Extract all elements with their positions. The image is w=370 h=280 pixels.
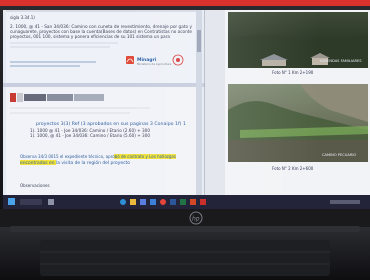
store-icon[interactable] (140, 199, 146, 205)
pdf-icon[interactable] (200, 199, 206, 205)
folder-icon[interactable] (130, 199, 136, 205)
photo-of-laptop-screen: sigla 3.34.1) 2. 1000, @ 41 - San 34/036… (0, 0, 370, 280)
excel-icon[interactable] (180, 199, 186, 205)
screen-glare (120, 10, 320, 195)
photo-1-overlay: VIVIENDAS FAMILIARES (320, 59, 362, 63)
taskbar (3, 195, 370, 209)
hp-logo-text: hp (192, 216, 200, 223)
edge-icon[interactable] (120, 199, 126, 205)
chrome-icon[interactable] (160, 199, 166, 205)
lower-bezel (0, 209, 370, 227)
mail-icon[interactable] (150, 199, 156, 205)
red-top-border (0, 0, 370, 6)
task-view-icon[interactable] (48, 199, 54, 205)
windows-icon[interactable] (8, 198, 15, 205)
search-icon[interactable] (20, 199, 42, 205)
laptop-screen: sigla 3.34.1) 2. 1000, @ 41 - San 34/036… (3, 10, 370, 209)
gov-banner (10, 93, 104, 102)
powerpoint-icon[interactable] (190, 199, 196, 205)
footer-label: Observaciones (20, 183, 50, 188)
photo-2-overlay: CAMINO PECUARIO (322, 153, 356, 157)
doc-header-label: sigla 3.34.1) (10, 15, 35, 20)
highlight-paragraph-2: encontrados en la visita de la región de… (20, 160, 131, 165)
hinge (10, 226, 360, 232)
word-icon[interactable] (170, 199, 176, 205)
